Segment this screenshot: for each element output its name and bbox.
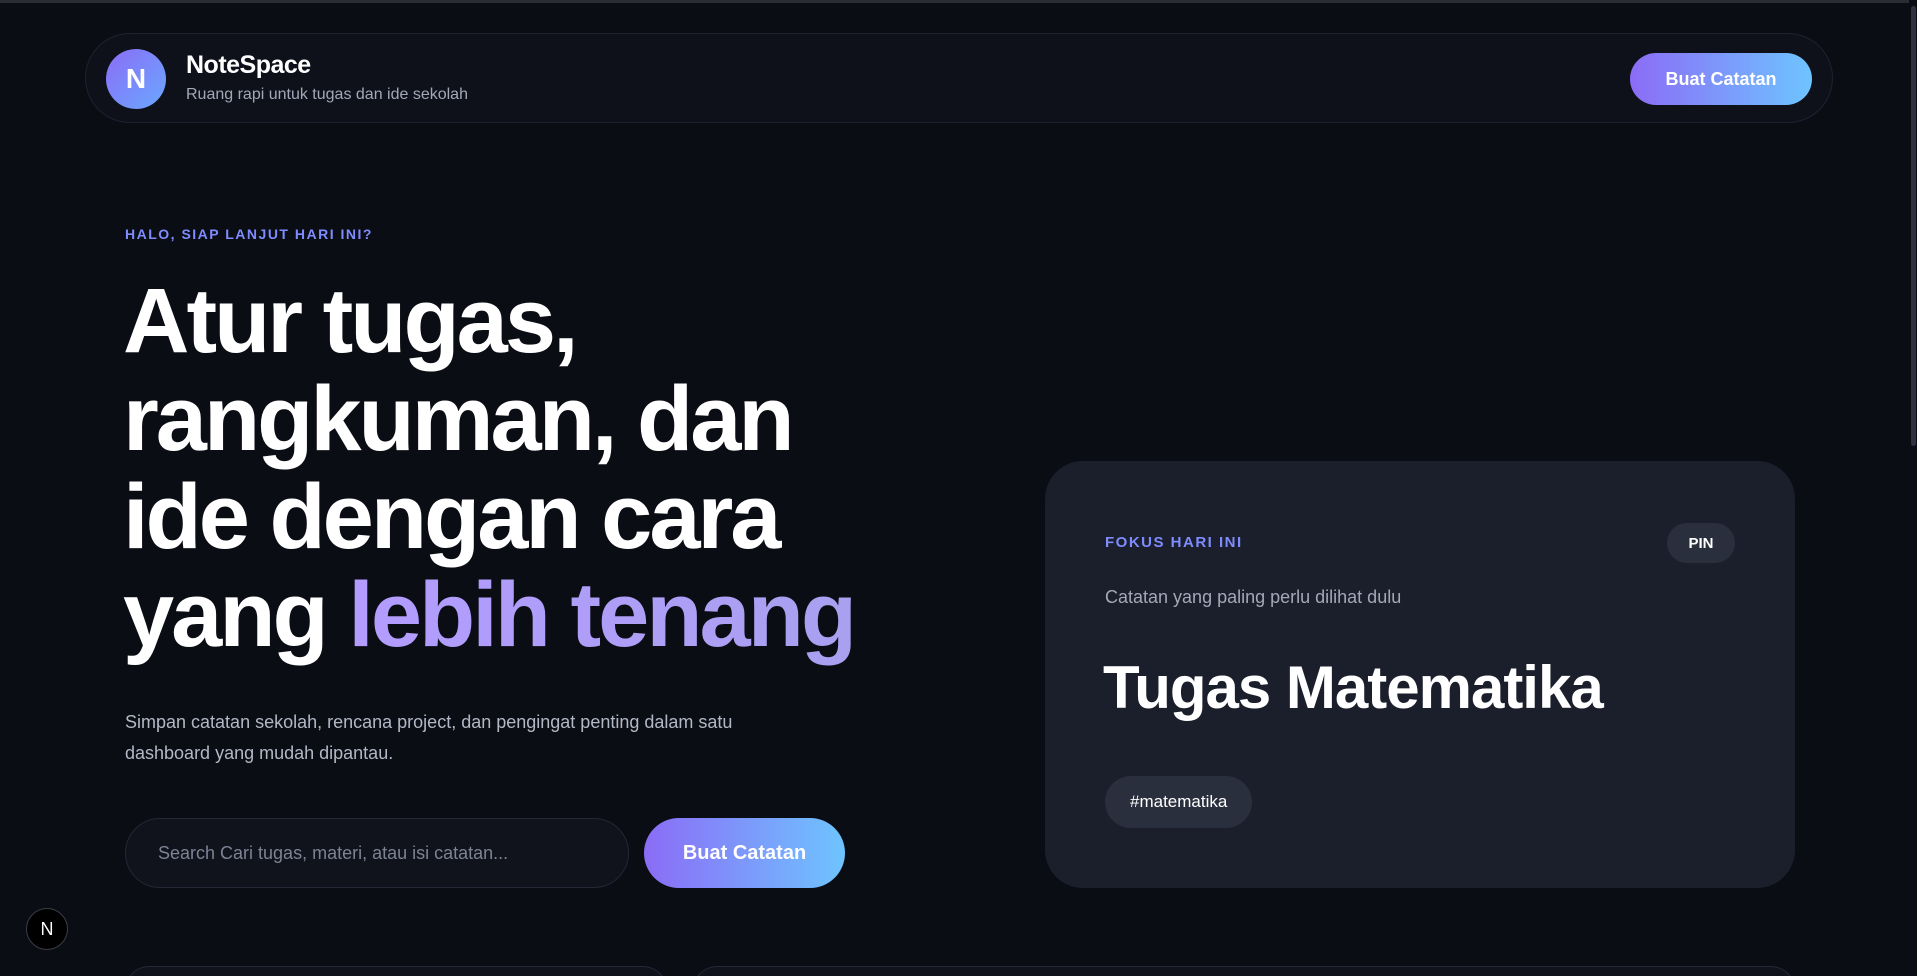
bottom-card-left: [125, 966, 667, 976]
focus-card-title[interactable]: Tugas Matematika: [1103, 653, 1604, 722]
hero-title-line-3: ide dengan cara: [123, 466, 781, 568]
hero-title-line-1: Atur tugas,: [123, 270, 579, 372]
focus-card-subtitle: Catatan yang paling perlu dilihat dulu: [1105, 587, 1402, 607]
brand-logo[interactable]: N: [106, 49, 166, 109]
pin-badge: PIN: [1667, 523, 1735, 563]
hero-description: Simpan catatan sekolah, rencana project,…: [125, 712, 733, 763]
page: N NoteSpace Ruang rapi untuk tugas dan i…: [0, 0, 1917, 976]
header-create-note-button[interactable]: Buat Catatan: [1630, 53, 1812, 105]
hero-title: Atur tugas, rangkuman, dan ide dengan ca…: [123, 272, 943, 664]
nextjs-dev-badge-icon[interactable]: N: [26, 908, 68, 950]
focus-card-eyebrow: FOKUS HARI INI: [1105, 534, 1243, 551]
bottom-card-right: [693, 966, 1795, 976]
scrollbar[interactable]: [1909, 0, 1917, 976]
tag-chip[interactable]: #matematika: [1105, 776, 1253, 828]
hero-title-accent: lebih tenang: [348, 564, 857, 666]
hero-create-note-button[interactable]: Buat Catatan: [644, 818, 845, 888]
hero-title-line-4: yang: [123, 564, 349, 666]
focus-card[interactable]: FOKUS HARI INI PIN Catatan yang paling p…: [1045, 461, 1795, 888]
hero-eyebrow: HALO, SIAP LANJUT HARI INI?: [125, 226, 373, 242]
search-input[interactable]: [156, 841, 600, 865]
scrollbar-thumb[interactable]: [1911, 6, 1916, 446]
brand-name[interactable]: NoteSpace: [186, 51, 311, 80]
window-top-border: [0, 0, 1917, 3]
hero-title-line-2: rangkuman, dan: [123, 368, 795, 470]
search-field[interactable]: [125, 818, 629, 888]
brand-tagline: Ruang rapi untuk tugas dan ide sekolah: [186, 86, 468, 103]
site-header: N NoteSpace Ruang rapi untuk tugas dan i…: [85, 33, 1833, 123]
